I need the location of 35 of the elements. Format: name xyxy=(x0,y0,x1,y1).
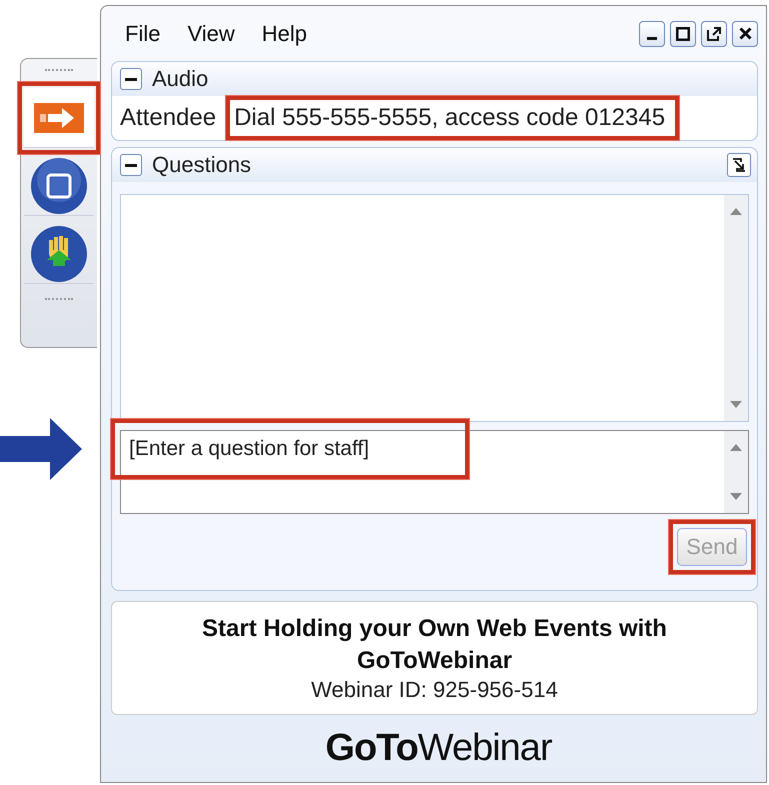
collapse-button[interactable] xyxy=(120,68,142,90)
scroll-down-icon[interactable] xyxy=(730,401,742,409)
minus-icon xyxy=(125,164,137,166)
collapse-button[interactable] xyxy=(120,154,142,176)
scrollbar[interactable] xyxy=(724,195,748,421)
minimize-icon xyxy=(647,37,657,40)
toolbar-button[interactable] xyxy=(24,156,94,216)
popout-button[interactable] xyxy=(727,153,751,177)
toolbar-button[interactable] xyxy=(24,88,94,148)
webinar-id: Webinar ID: 925-956-514 xyxy=(311,677,558,703)
field-label: Attendee xyxy=(120,104,216,132)
toolbar-button[interactable] xyxy=(24,224,94,284)
section-title: Questions xyxy=(152,152,252,178)
product-logo: GoToWebinar xyxy=(325,727,552,770)
scroll-down-icon[interactable] xyxy=(730,493,742,501)
scroll-up-icon[interactable] xyxy=(730,207,742,215)
section-title: Audio xyxy=(152,66,208,92)
raised-hand-icon xyxy=(29,224,89,284)
dial-in-text: Dial 555-555-5555, access code 012345 xyxy=(234,104,666,131)
promo-headline: Start Holding your Own Web Events with GoToWebinar xyxy=(201,614,668,676)
maximize-icon xyxy=(676,26,690,40)
popout-icon xyxy=(707,26,721,40)
window-control-button[interactable] xyxy=(670,20,696,46)
stop-icon xyxy=(29,156,89,216)
menu-item[interactable]: Help xyxy=(262,20,307,46)
window-control-button[interactable] xyxy=(732,20,758,46)
scrollbar[interactable] xyxy=(724,431,748,513)
menu-item[interactable]: File xyxy=(125,20,160,46)
menu-item[interactable]: View xyxy=(187,20,235,46)
minus-icon xyxy=(125,78,137,80)
close-icon xyxy=(738,27,752,40)
window-control-button[interactable] xyxy=(639,20,665,46)
popout-icon xyxy=(732,158,746,172)
window-control-button[interactable] xyxy=(701,20,727,46)
scroll-up-icon[interactable] xyxy=(730,443,742,451)
